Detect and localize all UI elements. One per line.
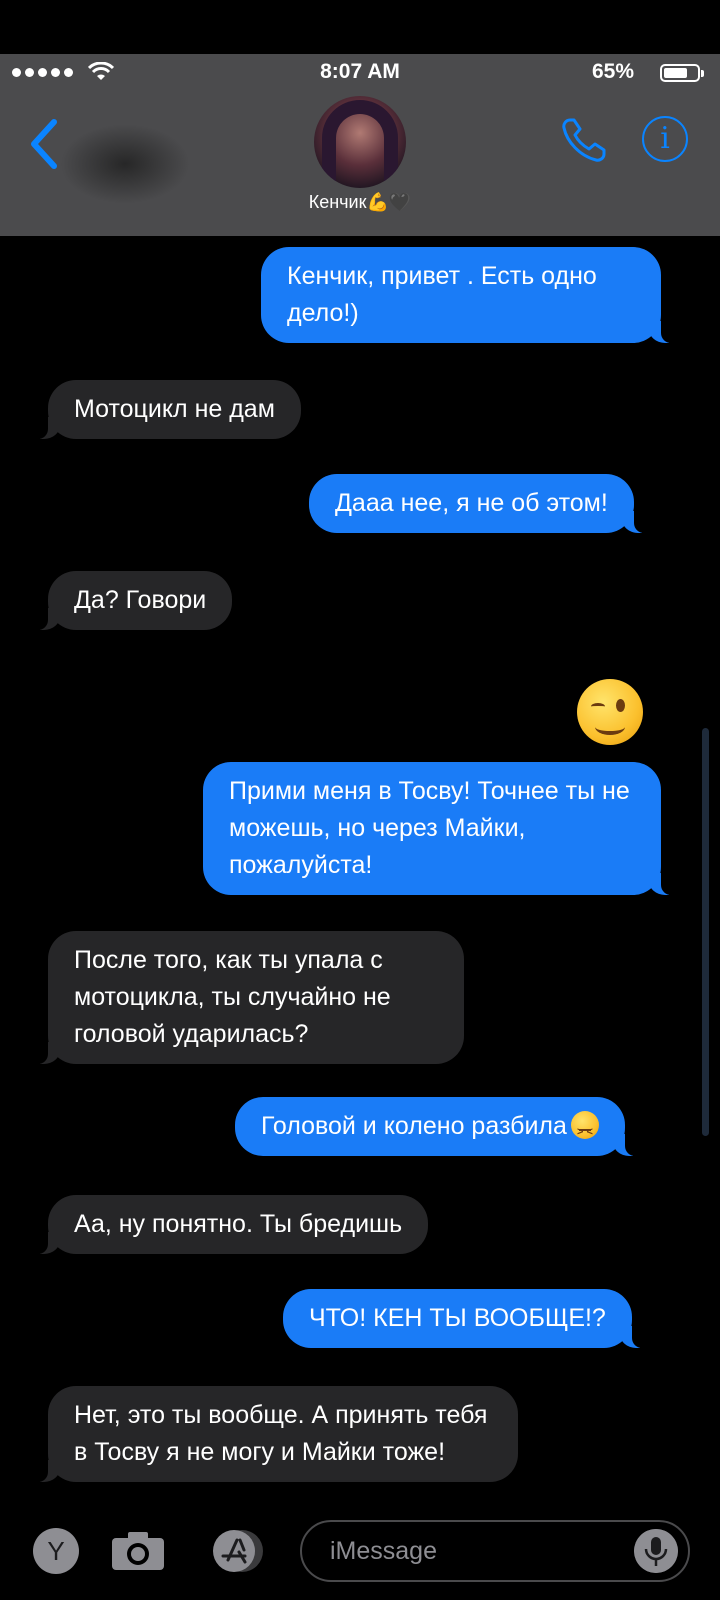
scrollbar[interactable] bbox=[702, 728, 709, 1136]
message-bubble-outgoing[interactable]: Дааа нее, я не об этом! bbox=[309, 474, 654, 533]
battery-icon bbox=[660, 64, 704, 82]
camera-icon[interactable] bbox=[110, 1530, 166, 1572]
winking-face-emoji[interactable] bbox=[577, 679, 643, 745]
message-bubble-outgoing[interactable]: Прими меня в Тосву! Точнее ты не можешь,… bbox=[203, 762, 681, 895]
info-icon[interactable]: i bbox=[642, 116, 688, 162]
microphone-icon[interactable] bbox=[634, 1529, 678, 1573]
message-bubble-incoming[interactable]: Нет, это ты вообще. А принять тебя в Тос… bbox=[28, 1386, 518, 1482]
phone-icon[interactable] bbox=[560, 116, 608, 164]
status-bar: 8:07 AM 65% bbox=[0, 54, 720, 90]
apps-button[interactable]: Y bbox=[33, 1528, 79, 1574]
message-input-placeholder: iMessage bbox=[330, 1537, 437, 1565]
contact-avatar[interactable] bbox=[314, 96, 406, 188]
message-bubble-incoming[interactable]: Аа, ну понятно. Ты бредишь bbox=[27, 1195, 429, 1254]
back-button[interactable] bbox=[26, 114, 66, 174]
message-input[interactable]: iMessage bbox=[300, 1520, 690, 1582]
confounded-face-emoji bbox=[570, 1111, 599, 1151]
message-bubble-outgoing[interactable]: Кенчик, привет . Есть одно дело!) bbox=[261, 247, 681, 343]
app-store-icon[interactable] bbox=[206, 1528, 270, 1574]
message-bubble-outgoing[interactable]: Головой и колено разбила bbox=[235, 1097, 645, 1156]
top-black-bar bbox=[0, 0, 720, 54]
message-bubble-outgoing[interactable]: ЧТО! КЕН ТЫ ВООБЩЕ!? bbox=[283, 1289, 652, 1348]
message-bubble-incoming[interactable]: Мотоцикл не дам bbox=[28, 380, 301, 439]
battery-percentage: 65% bbox=[591, 60, 634, 83]
conversation-header: 8:07 AM 65% Кенчик💪🖤 i bbox=[0, 54, 720, 236]
contact-name[interactable]: Кенчик💪🖤 bbox=[0, 192, 720, 213]
message-bubble-incoming[interactable]: После того, как ты упала с мотоцикла, ты… bbox=[28, 931, 464, 1064]
message-text: Головой и колено разбила bbox=[261, 1112, 567, 1140]
composer-bar: Y iMessage bbox=[0, 1506, 720, 1600]
message-bubble-incoming[interactable]: Да? Говори bbox=[27, 571, 233, 630]
